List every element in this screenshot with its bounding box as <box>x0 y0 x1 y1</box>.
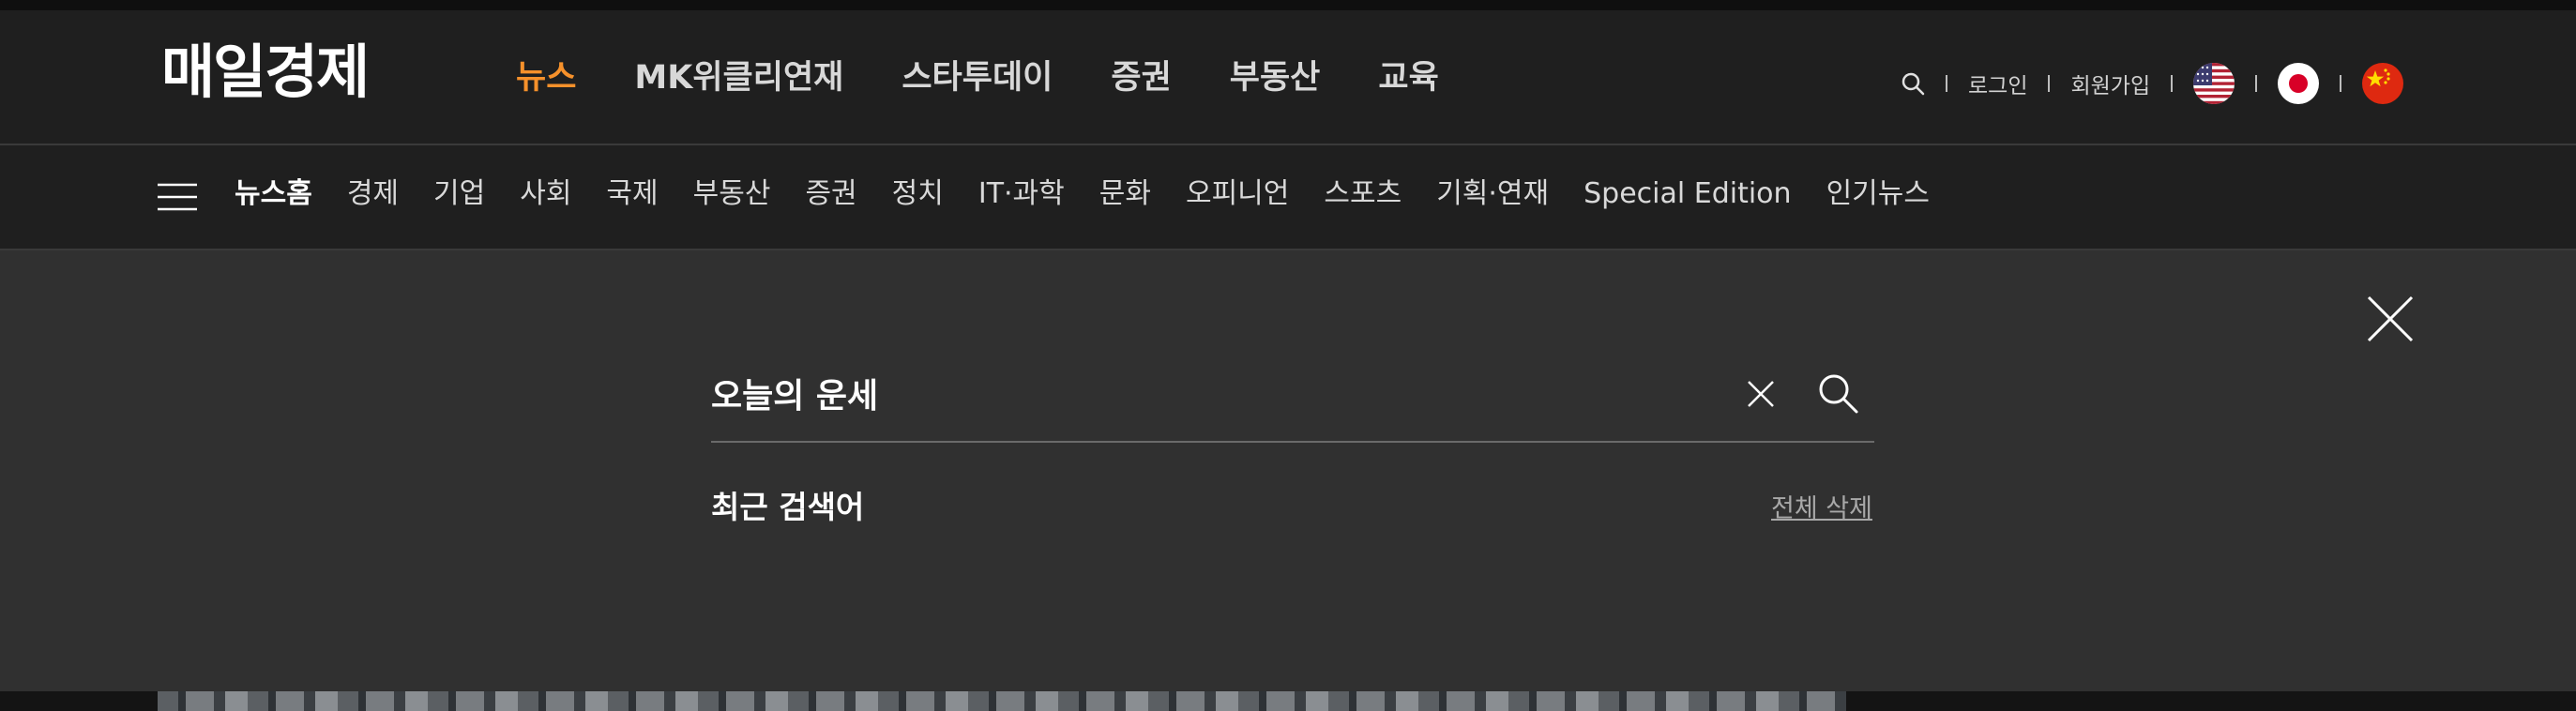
subnav-item-opinion[interactable]: 오피니언 <box>1186 177 1289 211</box>
nav-item-realestate[interactable]: 부동산 <box>1230 58 1321 98</box>
subnav-item-economy[interactable]: 경제 <box>347 177 399 211</box>
subnav-item-society[interactable]: 사회 <box>520 177 571 211</box>
us-flag-icon[interactable] <box>2193 63 2235 104</box>
nav-item-news[interactable]: 뉴스 <box>516 58 576 98</box>
divider <box>2171 75 2174 92</box>
subnav-item-series[interactable]: 기획·연재 <box>1436 177 1549 211</box>
search-input-underline <box>711 441 1874 443</box>
search-panel <box>0 250 2576 691</box>
subnav-item-stock[interactable]: 증권 <box>805 177 856 211</box>
nav-item-stock[interactable]: 증권 <box>1111 58 1171 98</box>
divider <box>2255 75 2258 92</box>
login-link[interactable]: 로그인 <box>1968 68 2027 99</box>
search-input[interactable] <box>711 364 1518 422</box>
divider <box>2048 75 2051 92</box>
subnav-item-it-science[interactable]: IT·과학 <box>978 177 1065 211</box>
subnav-item-international[interactable]: 국제 <box>606 177 658 211</box>
jp-flag-icon[interactable] <box>2278 63 2320 104</box>
hamburger-menu-icon[interactable] <box>158 183 197 211</box>
subnav-item-special-edition[interactable]: Special Edition <box>1583 177 1791 211</box>
main-nav: 뉴스 MK위클리연재 스타투데이 증권 부동산 교육 <box>516 58 1439 98</box>
headline-photo[interactable] <box>158 691 1846 711</box>
cn-flag-icon[interactable] <box>2362 63 2404 104</box>
subnav-item-news-home[interactable]: 뉴스홈 <box>235 177 312 211</box>
subnav-item-business[interactable]: 기업 <box>433 177 485 211</box>
subnav-item-popular-news[interactable]: 인기뉴스 <box>1826 177 1930 211</box>
nav-item-education[interactable]: 교육 <box>1378 58 1438 98</box>
sub-nav-items: 뉴스홈 경제 기업 사회 국제 부동산 증권 정치 IT·과학 문화 오피니언 … <box>235 177 1930 211</box>
top-strip <box>0 0 2576 10</box>
site-logo[interactable]: 매일경제 <box>161 38 370 107</box>
recent-searches-title: 최근 검색어 <box>711 489 865 525</box>
nav-item-startoday[interactable]: 스타투데이 <box>902 58 1053 98</box>
subnav-item-sports[interactable]: 스포츠 <box>1324 177 1402 211</box>
sub-nav: 뉴스홈 경제 기업 사회 국제 부동산 증권 정치 IT·과학 문화 오피니언 … <box>0 145 2576 250</box>
delete-all-button[interactable]: 전체 삭제 <box>1771 488 1872 524</box>
divider <box>2340 75 2342 92</box>
divider <box>1946 75 1947 92</box>
utility-menu: 로그인 회원가입 <box>1901 63 2404 104</box>
subnav-item-realestate[interactable]: 부동산 <box>693 177 771 211</box>
close-search-icon[interactable] <box>2366 295 2415 343</box>
subnav-item-culture[interactable]: 문화 <box>1099 177 1151 211</box>
signup-link[interactable]: 회원가입 <box>2070 68 2150 99</box>
search-icon[interactable] <box>1901 71 1925 96</box>
site-header: 매일경제 뉴스 MK위클리연재 스타투데이 증권 부동산 교육 로그인 회원가입 <box>0 10 2576 145</box>
subnav-item-politics[interactable]: 정치 <box>892 177 944 211</box>
search-submit-icon[interactable] <box>1816 371 1859 415</box>
clear-search-icon[interactable] <box>1745 378 1777 410</box>
nav-item-mk-weekly[interactable]: MK위클리연재 <box>634 58 843 98</box>
